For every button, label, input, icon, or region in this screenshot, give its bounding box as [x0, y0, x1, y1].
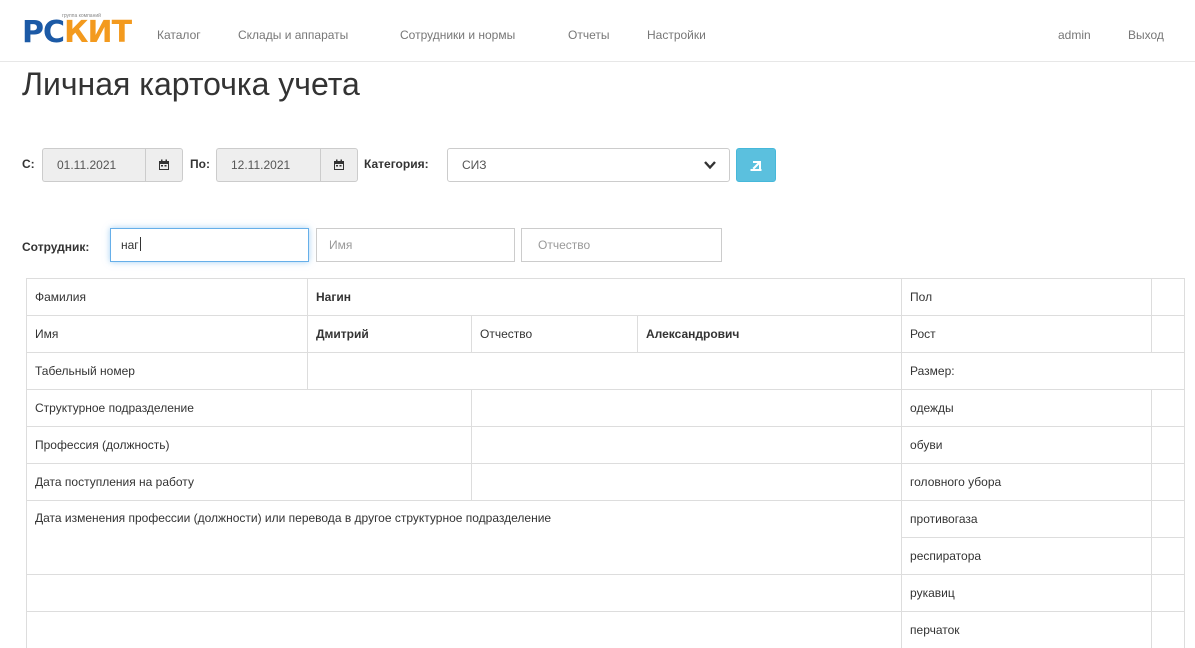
to-label: По: [190, 157, 210, 171]
name-label-cell: Имя [26, 315, 308, 353]
to-calendar-button[interactable] [320, 148, 358, 182]
gloves-size-label-cell: перчаток [901, 611, 1153, 648]
nav-catalog[interactable]: Каталог [157, 28, 201, 42]
name-value-cell: Дмитрий [307, 315, 472, 353]
category-value: СИЗ [462, 158, 487, 172]
change-date-label-cell: Дата изменения профессии (должности) или… [25, 500, 903, 575]
from-date-input[interactable]: 01.11.2021 [42, 148, 145, 182]
gender-label-cell: Пол [901, 278, 1153, 316]
division-label-cell: Структурное подразделение [26, 389, 472, 427]
headwear-size-label-cell: головного убора [901, 463, 1153, 501]
patronymic-label-cell: Отчество [471, 315, 638, 353]
table-row: перчаток [25, 611, 1186, 648]
table-row: Дата изменения профессии (должности) или… [25, 500, 1186, 575]
gasmask-size-label-cell: противогаза [901, 500, 1153, 538]
nav-user[interactable]: admin [1058, 28, 1091, 42]
surname-input[interactable]: наг [110, 228, 309, 262]
hire-date-value-cell [470, 463, 903, 501]
surname-label-cell: Фамилия [26, 278, 308, 316]
to-date-group: 12.11.2021 [216, 148, 358, 182]
export-icon [750, 161, 762, 171]
profession-label-cell: Профессия (должность) [26, 426, 472, 464]
surname-input-value: наг [121, 238, 139, 252]
name-input[interactable]: Имя [316, 228, 515, 262]
calendar-icon [159, 159, 169, 170]
from-calendar-button[interactable] [145, 148, 183, 182]
nav-employees[interactable]: Сотрудники и нормы [400, 28, 515, 42]
table-row: Фамилия Нагин Пол [26, 278, 1186, 316]
headwear-size-value-cell [1151, 463, 1186, 501]
logo-text: РСКИТ [22, 15, 132, 50]
empty-cell [25, 611, 903, 648]
table-row: Профессия (должность) обуви [26, 426, 1186, 464]
personal-card-table: Фамилия Нагин Пол Имя Дмитрий Отчество А… [25, 278, 1186, 648]
logo[interactable]: группа компаний РСКИТ [22, 13, 140, 50]
calendar-icon [334, 159, 344, 170]
from-date-group: 01.11.2021 [42, 148, 183, 182]
division-value-cell [470, 389, 903, 427]
name-placeholder: Имя [329, 238, 353, 252]
category-select[interactable]: СИЗ [447, 148, 730, 182]
top-navbar: группа компаний РСКИТ Каталог Склады и а… [0, 0, 1195, 62]
table-row: рукавиц [25, 574, 1186, 612]
height-value-cell [1151, 315, 1186, 353]
clothes-size-value-cell [1151, 389, 1186, 427]
empty-cell [25, 574, 903, 612]
category-label: Категория: [364, 157, 429, 171]
patronymic-placeholder: Отчество [538, 238, 591, 252]
chevron-down-icon [704, 161, 716, 170]
gender-value-cell [1151, 278, 1186, 316]
page-title: Личная карточка учета [22, 66, 360, 102]
tab-number-value-cell [306, 352, 903, 390]
table-row: Имя Дмитрий Отчество Александрович Рост [26, 315, 1186, 353]
table-row: Структурное подразделение одежды [26, 389, 1186, 427]
shoes-size-value-cell [1151, 426, 1186, 464]
surname-value-cell: Нагин [306, 278, 903, 316]
nav-settings[interactable]: Настройки [647, 28, 706, 42]
nav-warehouses[interactable]: Склады и аппараты [238, 28, 348, 42]
patronymic-value-cell: Александрович [636, 315, 903, 353]
gasmask-size-value-cell [1151, 500, 1186, 538]
clothes-size-label-cell: одежды [901, 389, 1153, 427]
respirator-size-label-cell: респиратора [901, 537, 1153, 575]
profession-value-cell [470, 426, 903, 464]
logout-link[interactable]: Выход [1128, 28, 1164, 42]
mittens-size-label-cell: рукавиц [901, 574, 1153, 612]
hire-date-label-cell: Дата поступления на работу [26, 463, 472, 501]
shoes-size-label-cell: обуви [901, 426, 1153, 464]
patronymic-input[interactable]: Отчество [521, 228, 722, 262]
logo-tagline: группа компаний [62, 13, 101, 19]
from-label: С: [22, 157, 35, 171]
tab-number-label-cell: Табельный номер [26, 352, 308, 390]
export-button[interactable] [736, 148, 776, 182]
gloves-size-value-cell [1151, 611, 1186, 648]
table-row: Дата поступления на работу головного убо… [26, 463, 1186, 501]
employee-label: Сотрудник: [22, 240, 90, 254]
text-caret [139, 237, 141, 251]
mittens-size-value-cell [1151, 574, 1186, 612]
respirator-size-value-cell [1151, 537, 1186, 575]
nav-reports[interactable]: Отчеты [568, 28, 609, 42]
height-label-cell: Рост [901, 315, 1153, 353]
size-label-cell: Размер: [901, 352, 1186, 390]
table-row: Табельный номер Размер: [26, 352, 1186, 390]
to-date-input[interactable]: 12.11.2021 [216, 148, 320, 182]
